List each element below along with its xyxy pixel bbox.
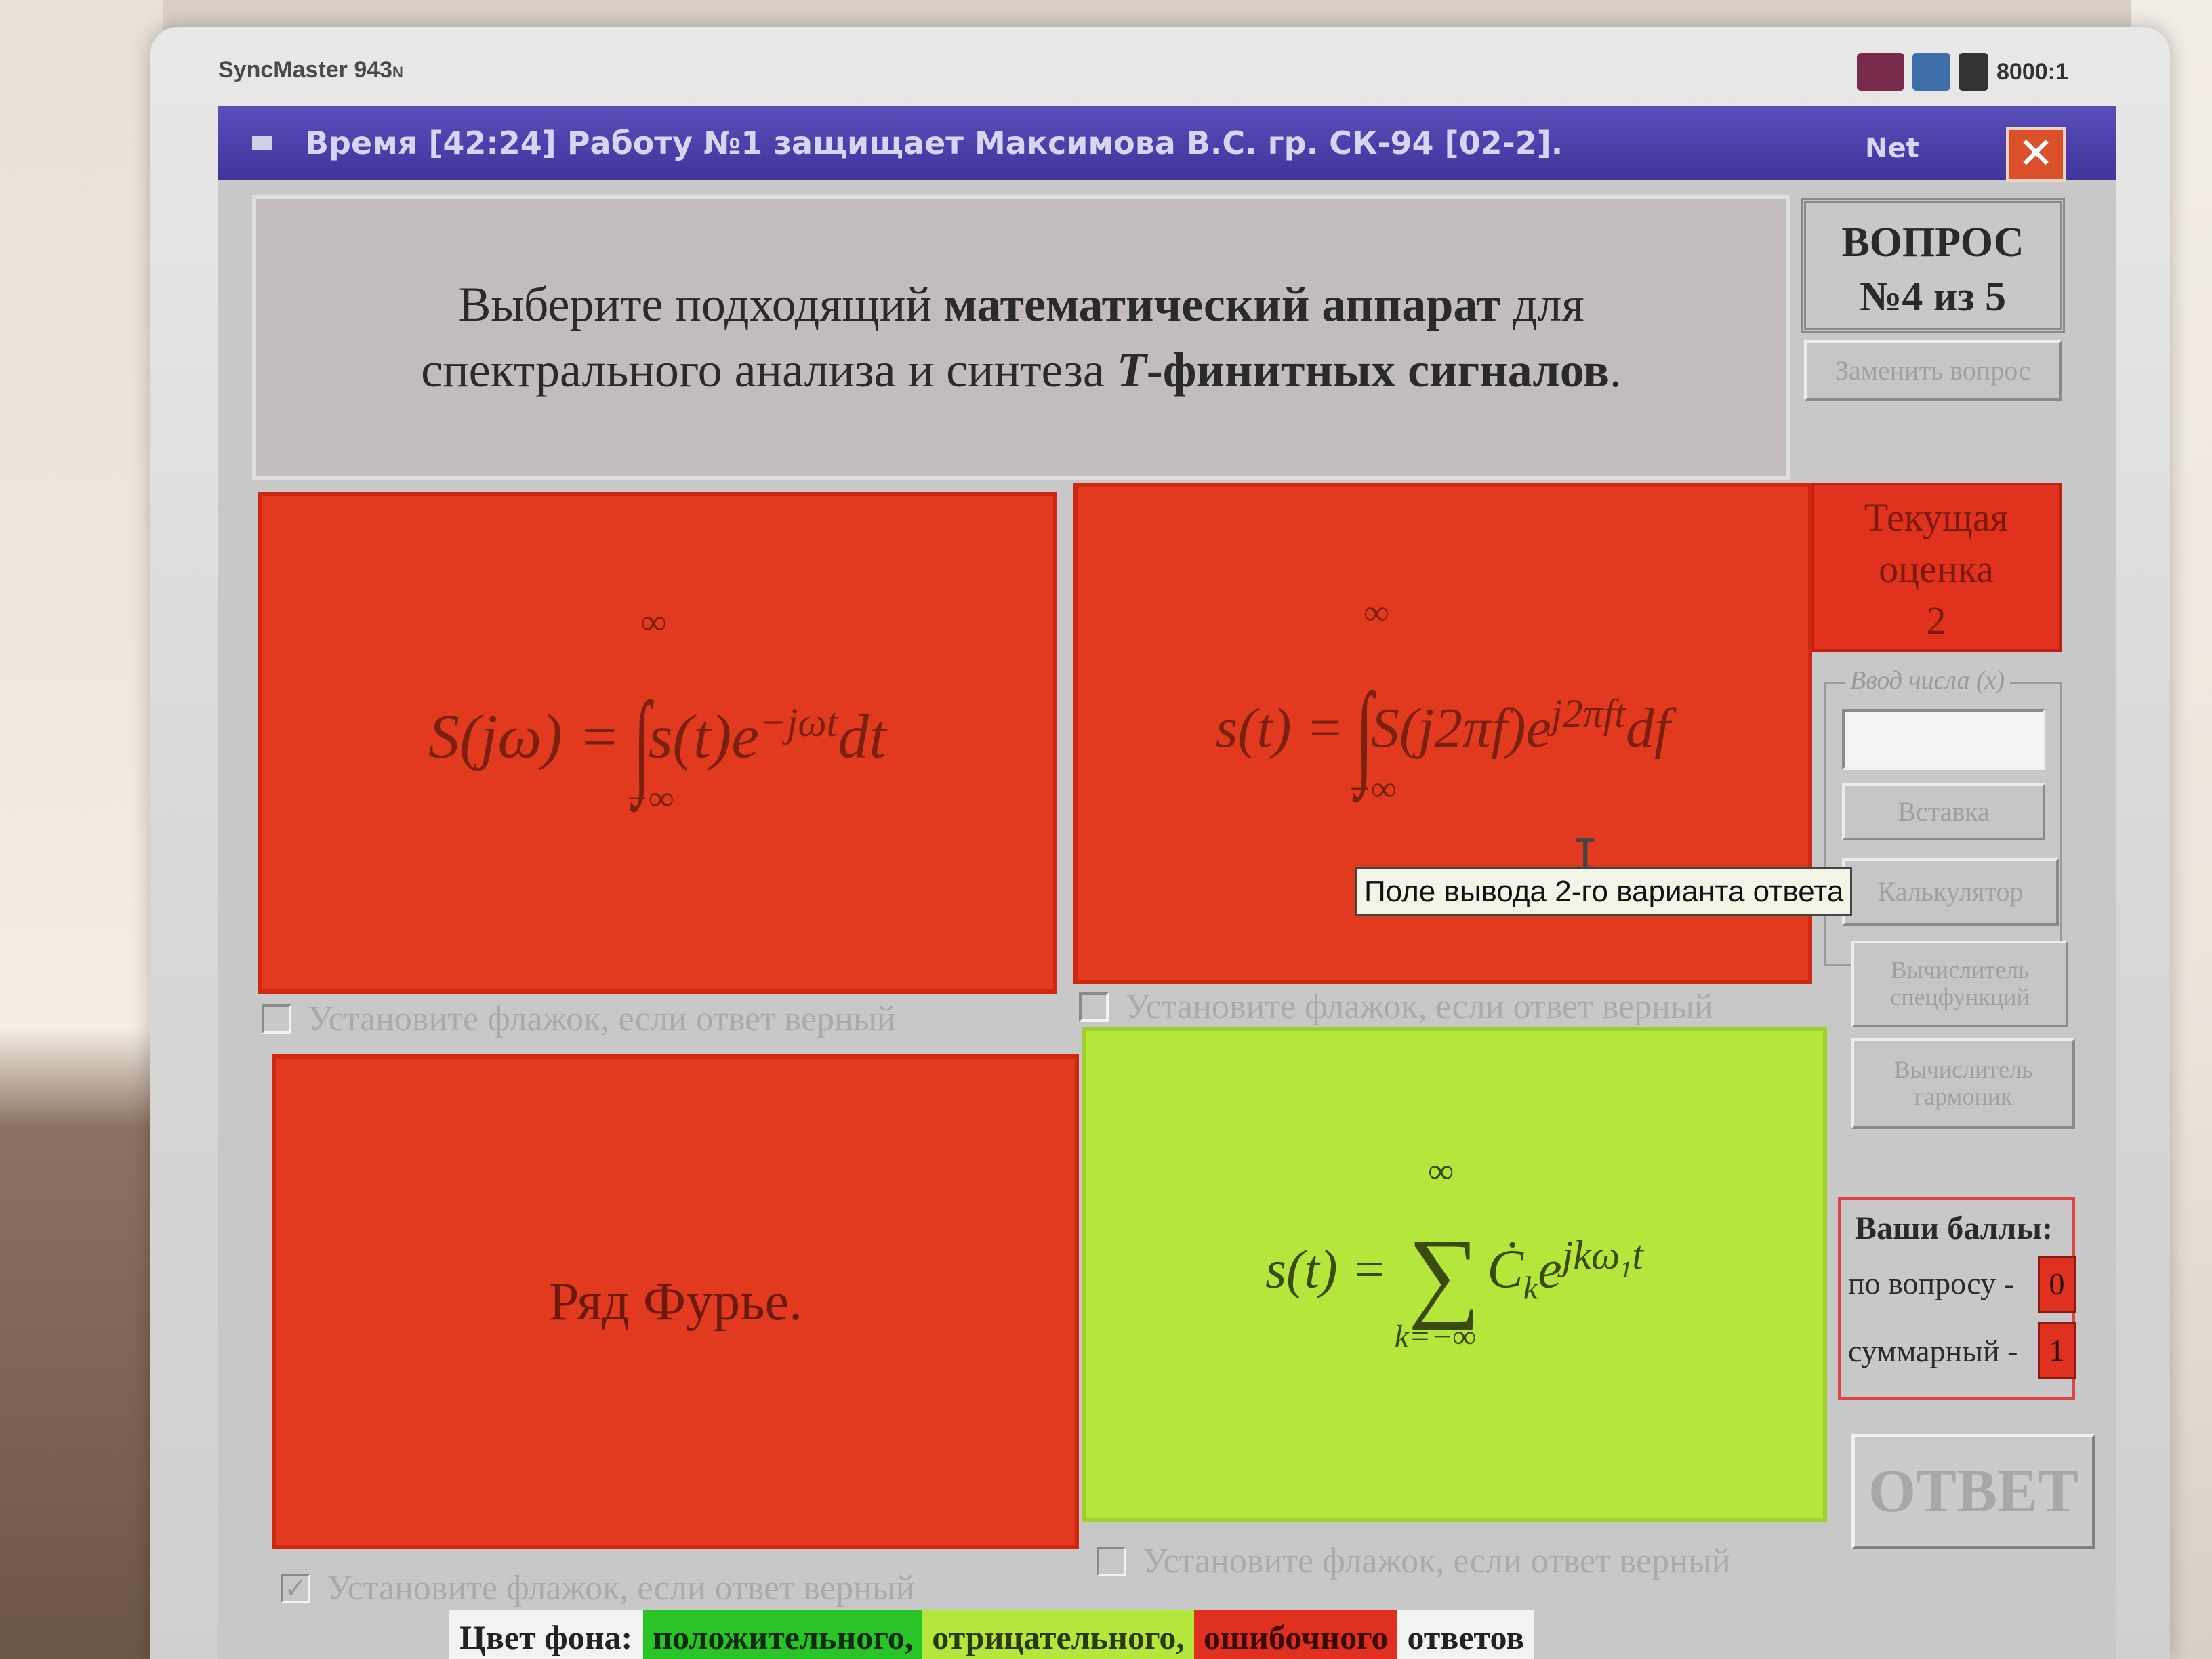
legend-label: Цвет фона: (449, 1610, 644, 1659)
title-bar: Время [42:24] Работу №1 защищает Максимо… (218, 106, 2116, 182)
close-button[interactable]: ✕ (2006, 127, 2066, 182)
scores-title: Ваши баллы: (1855, 1210, 2053, 1246)
answer-button[interactable]: ОТВЕТ (1851, 1434, 2095, 1549)
answer-3-text: Ряд Фурье. (548, 1271, 803, 1332)
answer-3-checkbox-row[interactable]: ✓ Установите флажок, если ответ верный (281, 1568, 915, 1608)
answer-3-checkbox-label: Установите флажок, если ответ верный (327, 1569, 915, 1607)
tooltip: Поле вывода 2-го варианта ответа (1355, 867, 1853, 916)
question-panel: Выберите подходящий математический аппар… (252, 195, 1790, 480)
score-total-label: суммарный - (1848, 1334, 2018, 1368)
paste-button[interactable]: Вставка (1842, 783, 2045, 840)
checkmark-icon: ✓ (284, 1572, 307, 1603)
answer-1-checkbox[interactable] (262, 1004, 291, 1034)
window-title: Время [42:24] Работу №1 защищает Максимо… (305, 125, 1563, 161)
answer-1-formula: S(jω) = ∞ ∫ −∞ s(t)e−jωtdt (428, 602, 886, 818)
question-text: Выберите подходящий математический аппар… (421, 276, 1622, 397)
question-counter: ВОПРОС №4 из 5 (1801, 198, 2065, 333)
answer-option-1[interactable]: S(jω) = ∞ ∫ −∞ s(t)e−jωtdt (258, 492, 1057, 994)
app-window: Время [42:24] Работу №1 защищает Максимо… (218, 106, 2116, 1659)
answer-1-checkbox-row[interactable]: Установите флажок, если ответ верный (262, 999, 896, 1039)
replace-question-button[interactable]: Заменить вопрос (1804, 340, 2062, 401)
close-icon: ✕ (2018, 129, 2054, 179)
scores-panel: Ваши баллы: по вопросу - 0 суммарный - 1 (1838, 1197, 2076, 1400)
number-input-legend: Ввод числа (x) (1845, 665, 2011, 695)
question-number: №4 из 5 (1860, 274, 2006, 320)
answer-2-checkbox[interactable] (1079, 991, 1109, 1022)
window-menu-icon[interactable] (252, 136, 272, 150)
current-grade: Текущая оценка 2 (1811, 483, 2062, 652)
answer-4-checkbox[interactable] (1097, 1546, 1126, 1576)
network-label: Net (1865, 133, 1919, 164)
legend-negative: отрицательного, (922, 1610, 1194, 1659)
contrast-badge-icon (1959, 53, 1988, 91)
grade-value: 2 (1926, 598, 1946, 642)
answer-option-4[interactable]: s(t) = ∞ ∑ k=−∞ Ċkejkω1t (1082, 1027, 1827, 1522)
contrast-ratio: 8000:1 (1996, 58, 2068, 85)
answer-2-checkbox-label: Установите флажок, если ответ верный (1125, 987, 1713, 1026)
grade-label-2: оценка (1879, 547, 1994, 591)
grade-label: Текущая (1864, 495, 2009, 539)
monitor-brand: SyncMaster 943N (218, 57, 403, 83)
score-question-label: по вопросу - (1848, 1266, 2014, 1300)
legend-answers: ответов (1397, 1610, 1534, 1659)
answer-option-3[interactable]: Ряд Фурье. (272, 1054, 1079, 1549)
answer-4-formula: s(t) = ∞ ∑ k=−∞ Ċkejkω1t (1265, 1152, 1644, 1355)
legend-positive: положительного, (643, 1610, 923, 1659)
score-question-value: 0 (2038, 1256, 2076, 1313)
answer-2-checkbox-row[interactable]: Установите флажок, если ответ верный (1079, 987, 1713, 1027)
answer-4-checkbox-row[interactable]: Установите флажок, если ответ верный (1097, 1541, 1731, 1581)
certification-badge-icon (1912, 53, 1950, 91)
number-input[interactable] (1842, 709, 2045, 770)
answer-3-checkbox[interactable]: ✓ (281, 1572, 310, 1603)
calculator-button[interactable]: Калькулятор (1842, 858, 2059, 926)
legend-error: ошибочного (1193, 1610, 1398, 1659)
answer-2-formula: s(t) = ∞ ∫ −∞ S(j2πf)ej2πftdf (1215, 593, 1671, 808)
harmonics-button[interactable]: Вычислитель гармоник (1851, 1038, 2075, 1129)
color-legend: Цвет фона: положительного, отрицательног… (449, 1610, 1534, 1659)
energy-badge-icon (1857, 53, 1904, 91)
score-total-value: 1 (2038, 1322, 2076, 1379)
question-label: ВОПРОС (1841, 220, 2024, 266)
background-wall (0, 0, 163, 1659)
monitor-badges: 8000:1 (1857, 53, 2068, 91)
special-functions-button[interactable]: Вычислитель спецфункций (1851, 941, 2068, 1027)
answer-4-checkbox-label: Установите флажок, если ответ верный (1143, 1542, 1731, 1580)
answer-1-checkbox-label: Установите флажок, если ответ верный (308, 1000, 896, 1038)
